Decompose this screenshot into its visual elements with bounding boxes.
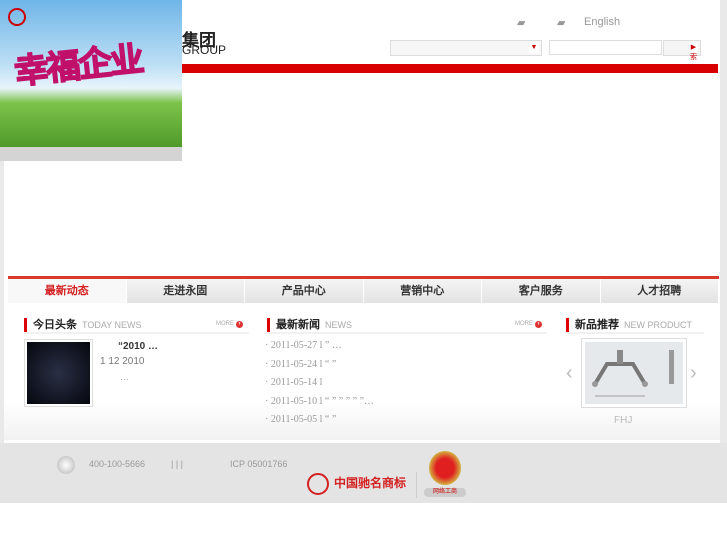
famous-brand-logo: 中国驰名商标: [307, 473, 406, 495]
nav-marketing[interactable]: 营销中心: [364, 279, 482, 303]
next-arrow-icon[interactable]: ›: [690, 362, 697, 385]
brand-text: 中国驰名商标: [334, 476, 407, 491]
product-title-en: NEW PRODUCT: [624, 320, 692, 330]
footer-divider: [416, 472, 417, 498]
news-item[interactable]: · 2011-05-10 l “ ” ” ” ” ”…: [265, 396, 374, 415]
search-input[interactable]: [549, 40, 662, 55]
news-item[interactable]: · 2011-05-14 l: [265, 377, 374, 396]
arrow-right-icon: ▶: [689, 43, 698, 53]
today-news-photo[interactable]: [24, 339, 93, 407]
prev-arrow-icon[interactable]: ‹: [566, 362, 573, 385]
icp-number[interactable]: ICP 05001766: [230, 459, 287, 469]
arrow-circle-icon: ›: [535, 321, 542, 328]
product-image[interactable]: [581, 338, 687, 408]
today-date: 1 12 2010: [100, 356, 145, 367]
banner-slogan: 幸福企业: [12, 40, 145, 93]
divider: [24, 332, 249, 334]
nav-careers[interactable]: 人才招聘: [601, 279, 719, 303]
more-label: MORE: [515, 321, 533, 327]
world-map-icon: ▰: [557, 17, 566, 29]
news-title: 最新新闻 NEWS: [267, 318, 352, 332]
header-red-bar: [182, 64, 718, 73]
search-button[interactable]: 搜索▶: [663, 40, 701, 61]
today-title-cn: 今日头条: [33, 319, 77, 331]
footer-links[interactable]: | | |: [171, 459, 183, 469]
news-list: · 2011-05-27 l ” … · 2011-05-24 l “ ” · …: [265, 340, 374, 433]
chevron-down-icon: ▼: [529, 43, 539, 53]
news-item-text: 2011-05-05 l “ ”: [270, 414, 337, 425]
arrow-circle-icon: ›: [236, 321, 243, 328]
product-name[interactable]: FHJ: [614, 415, 632, 426]
today-news-title: 今日头条 TODAY NEWS: [24, 318, 142, 332]
nav-products[interactable]: 产品中心: [245, 279, 364, 303]
news-title-en: NEWS: [325, 320, 352, 330]
more-label: MORE: [216, 321, 234, 327]
news-item-text: 2011-05-27 l ” …: [270, 340, 342, 351]
news-item-text: 2011-05-10 l “ ” ” ” ” ”…: [270, 395, 375, 407]
main-nav: 最新动态 走进永固 产品中心 营销中心 客户服务 人才招聘: [8, 279, 719, 303]
today-more-link[interactable]: MORE ›: [216, 321, 243, 328]
today-headline[interactable]: “2010 …: [118, 341, 158, 352]
news-more-link[interactable]: MORE ›: [515, 321, 542, 328]
divider: [566, 332, 704, 334]
badge-label: 网络工商: [424, 488, 466, 497]
happy-enterprise-banner[interactable]: 幸福企业: [0, 0, 182, 147]
news-item[interactable]: · 2011-05-05 l “ ”: [265, 414, 374, 433]
logo-en: GROUP: [182, 43, 227, 57]
english-link[interactable]: English: [584, 16, 620, 28]
news-title-cn: 最新新闻: [276, 319, 320, 331]
nav-service[interactable]: 客户服务: [482, 279, 601, 303]
news-item[interactable]: · 2011-05-27 l ” …: [265, 340, 374, 359]
nav-latest[interactable]: 最新动态: [8, 279, 127, 303]
today-title-en: TODAY NEWS: [82, 320, 142, 330]
new-product-title: 新品推荐 NEW PRODUCT: [566, 318, 692, 332]
china-map-icon[interactable]: ▰: [517, 16, 525, 29]
nav-about[interactable]: 走进永固: [127, 279, 245, 303]
brand-logo-icon: [307, 473, 329, 495]
product-title-cn: 新品推荐: [575, 319, 619, 331]
news-item-text: 2011-05-14 l: [270, 377, 323, 388]
hotline: 400-100-5666: [89, 459, 146, 469]
business-license-badge-icon[interactable]: [429, 451, 461, 485]
category-select[interactable]: ▼: [390, 40, 542, 56]
news-item-text: 2011-05-24 l “ ”: [270, 358, 337, 370]
divider: [265, 332, 547, 334]
news-item[interactable]: · 2011-05-24 l “ ”: [265, 359, 374, 378]
phone-icon: [57, 456, 75, 474]
today-excerpt: …: [120, 372, 129, 382]
company-logo-icon: [8, 8, 26, 26]
banner-shadow: [0, 147, 182, 161]
